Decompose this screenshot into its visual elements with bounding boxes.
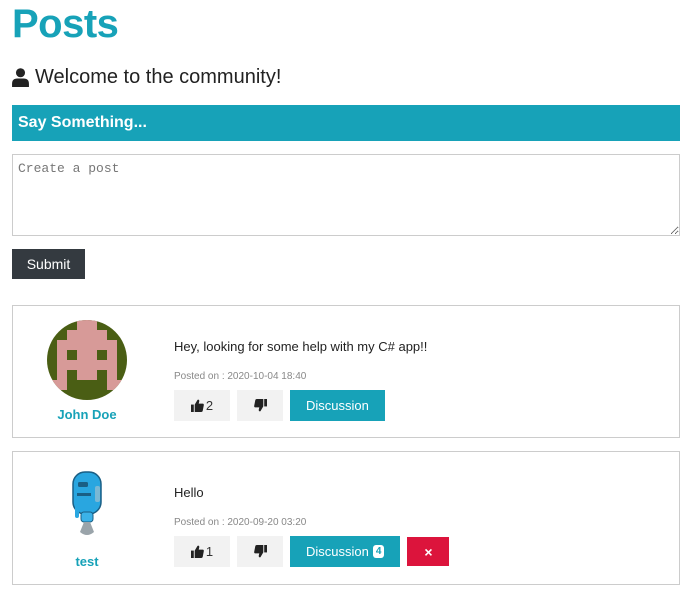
discussion-label: Discussion	[306, 544, 369, 559]
discussion-count-badge: 4	[372, 545, 385, 558]
author-name[interactable]: test	[13, 554, 161, 569]
pixel-invader-avatar-icon	[47, 320, 127, 400]
page-title: Posts	[12, 2, 119, 46]
discussion-button[interactable]: Discussion 4	[290, 536, 401, 567]
like-count: 1	[205, 544, 214, 559]
user-icon	[12, 68, 29, 87]
post-card: John Doe Hey, looking for some help with…	[12, 305, 680, 438]
thumbs-up-icon	[190, 545, 204, 558]
post-timestamp: Posted on : 2020-10-04 18:40	[174, 371, 307, 382]
avatar	[47, 320, 127, 400]
composer-banner: Say Something...	[12, 105, 680, 141]
dislike-button[interactable]	[237, 390, 283, 421]
avatar	[47, 466, 127, 546]
delete-post-button[interactable]: ×	[407, 537, 450, 566]
submit-button[interactable]: Submit	[12, 249, 85, 279]
thumbs-down-icon	[253, 545, 267, 558]
like-button[interactable]: 1	[174, 536, 230, 567]
author-name[interactable]: John Doe	[13, 407, 161, 422]
like-button[interactable]: 2	[174, 390, 230, 421]
discussion-label: Discussion	[306, 398, 369, 413]
welcome-message: Welcome to the community!	[12, 66, 281, 89]
post-card: test Hello Posted on : 2020-09-20 03:20 …	[12, 451, 680, 585]
post-author: John Doe	[13, 306, 161, 437]
dislike-button[interactable]	[237, 536, 283, 567]
post-timestamp: Posted on : 2020-09-20 03:20	[174, 517, 307, 528]
thumbs-down-icon	[253, 399, 267, 412]
discussion-button[interactable]: Discussion	[290, 390, 385, 421]
blue-robot-avatar-icon	[72, 471, 102, 535]
thumbs-up-icon	[190, 399, 204, 412]
create-post-input[interactable]	[12, 154, 680, 236]
post-actions: 1 Discussion 4 ×	[174, 536, 450, 567]
like-count: 2	[205, 398, 214, 413]
welcome-text: Welcome to the community!	[35, 66, 282, 88]
post-text: Hello	[174, 485, 204, 500]
post-text: Hey, looking for some help with my C# ap…	[174, 339, 428, 354]
post-actions: 2 Discussion	[174, 390, 385, 421]
post-author: test	[13, 452, 161, 584]
